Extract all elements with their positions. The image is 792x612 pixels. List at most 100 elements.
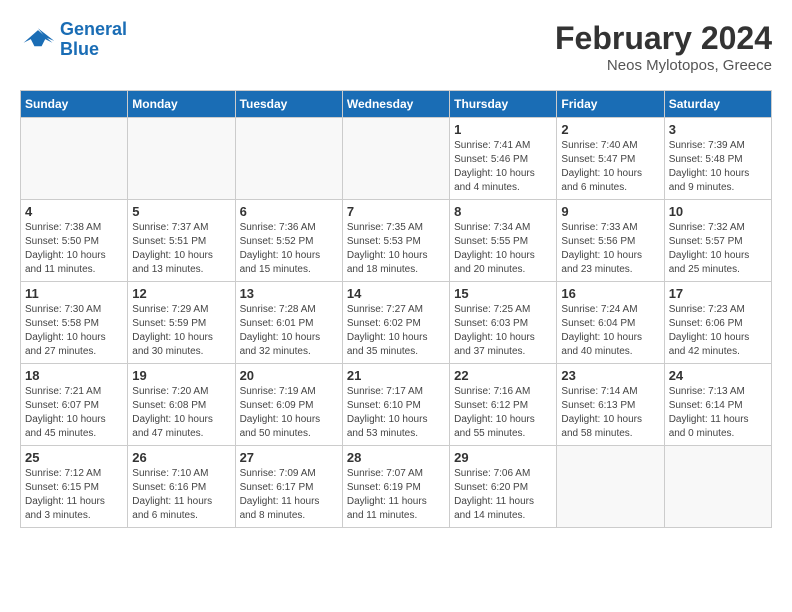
day-number: 8 (454, 204, 552, 219)
day-info: Sunrise: 7:25 AM Sunset: 6:03 PM Dayligh… (454, 303, 552, 359)
calendar-table: SundayMondayTuesdayWednesdayThursdayFrid… (20, 90, 772, 528)
day-number: 13 (240, 286, 338, 301)
page-header: General Blue February 2024 Neos Mylotopo… (20, 20, 772, 74)
day-info: Sunrise: 7:39 AM Sunset: 5:48 PM Dayligh… (669, 139, 767, 195)
day-number: 2 (561, 122, 659, 137)
day-number: 16 (561, 286, 659, 301)
day-number: 25 (25, 450, 123, 465)
day-info: Sunrise: 7:32 AM Sunset: 5:57 PM Dayligh… (669, 221, 767, 277)
day-number: 1 (454, 122, 552, 137)
calendar-cell: 23Sunrise: 7:14 AM Sunset: 6:13 PM Dayli… (557, 364, 664, 446)
day-number: 27 (240, 450, 338, 465)
day-info: Sunrise: 7:17 AM Sunset: 6:10 PM Dayligh… (347, 385, 445, 441)
day-info: Sunrise: 7:19 AM Sunset: 6:09 PM Dayligh… (240, 385, 338, 441)
day-number: 26 (132, 450, 230, 465)
calendar-cell: 6 Sunrise: 7:36 AM Sunset: 5:52 PM Daylig… (235, 200, 342, 282)
day-number: 14 (347, 286, 445, 301)
day-number: 19 (132, 368, 230, 383)
calendar-cell: 2 Sunrise: 7:40 AM Sunset: 5:47 PM Daylig… (557, 118, 664, 200)
calendar-cell (128, 118, 235, 200)
day-info: Sunrise: 7:12 AM Sunset: 6:15 PM Dayligh… (25, 467, 123, 523)
week-row-3: 11Sunrise: 7:30 AM Sunset: 5:58 PM Dayli… (21, 282, 772, 364)
day-info: Sunrise: 7:23 AM Sunset: 6:06 PM Dayligh… (669, 303, 767, 359)
week-row-5: 25 Sunrise: 7:12 AM Sunset: 6:15 PM Dayli… (21, 446, 772, 528)
day-info: Sunrise: 7:07 AM Sunset: 6:19 PM Dayligh… (347, 467, 445, 523)
day-info: Sunrise: 7:13 AM Sunset: 6:14 PM Dayligh… (669, 385, 767, 441)
day-info: Sunrise: 7:30 AM Sunset: 5:58 PM Dayligh… (25, 303, 123, 359)
day-info: Sunrise: 7:10 AM Sunset: 6:16 PM Dayligh… (132, 467, 230, 523)
day-number: 17 (669, 286, 767, 301)
day-info: Sunrise: 7:28 AM Sunset: 6:01 PM Dayligh… (240, 303, 338, 359)
day-info: Sunrise: 7:21 AM Sunset: 6:07 PM Dayligh… (25, 385, 123, 441)
day-number: 10 (669, 204, 767, 219)
day-info: Sunrise: 7:09 AM Sunset: 6:17 PM Dayligh… (240, 467, 338, 523)
day-number: 22 (454, 368, 552, 383)
logo: General Blue (20, 20, 127, 60)
calendar-cell: 27 Sunrise: 7:09 AM Sunset: 6:17 PM Dayli… (235, 446, 342, 528)
logo-icon (20, 26, 56, 54)
calendar-cell: 14 Sunrise: 7:27 AM Sunset: 6:02 PM Dayli… (342, 282, 449, 364)
location: Neos Mylotopos, Greece (555, 57, 772, 74)
weekday-header-saturday: Saturday (664, 91, 771, 118)
month-title: February 2024 (555, 20, 772, 57)
weekday-header-friday: Friday (557, 91, 664, 118)
calendar-cell: 24 Sunrise: 7:13 AM Sunset: 6:14 PM Dayli… (664, 364, 771, 446)
logo-text: General Blue (60, 20, 127, 60)
calendar-cell: 10 Sunrise: 7:32 AM Sunset: 5:57 PM Dayli… (664, 200, 771, 282)
day-info: Sunrise: 7:36 AM Sunset: 5:52 PM Dayligh… (240, 221, 338, 277)
day-info: Sunrise: 7:34 AM Sunset: 5:55 PM Dayligh… (454, 221, 552, 277)
day-info: Sunrise: 7:35 AM Sunset: 5:53 PM Dayligh… (347, 221, 445, 277)
day-number: 5 (132, 204, 230, 219)
week-row-1: 1 Sunrise: 7:41 AM Sunset: 5:46 PM Daylig… (21, 118, 772, 200)
day-info: Sunrise: 7:40 AM Sunset: 5:47 PM Dayligh… (561, 139, 659, 195)
calendar-cell: 21Sunrise: 7:17 AM Sunset: 6:10 PM Dayli… (342, 364, 449, 446)
day-number: 29 (454, 450, 552, 465)
calendar-cell: 15 Sunrise: 7:25 AM Sunset: 6:03 PM Dayli… (450, 282, 557, 364)
calendar-cell: 20Sunrise: 7:19 AM Sunset: 6:09 PM Dayli… (235, 364, 342, 446)
day-info: Sunrise: 7:41 AM Sunset: 5:46 PM Dayligh… (454, 139, 552, 195)
calendar-cell: 25 Sunrise: 7:12 AM Sunset: 6:15 PM Dayli… (21, 446, 128, 528)
day-info: Sunrise: 7:20 AM Sunset: 6:08 PM Dayligh… (132, 385, 230, 441)
calendar-cell (342, 118, 449, 200)
day-number: 3 (669, 122, 767, 137)
day-number: 12 (132, 286, 230, 301)
day-number: 28 (347, 450, 445, 465)
calendar-cell (235, 118, 342, 200)
day-number: 7 (347, 204, 445, 219)
calendar-cell (557, 446, 664, 528)
weekday-header-sunday: Sunday (21, 91, 128, 118)
title-block: February 2024 Neos Mylotopos, Greece (555, 20, 772, 74)
calendar-cell (21, 118, 128, 200)
day-info: Sunrise: 7:14 AM Sunset: 6:13 PM Dayligh… (561, 385, 659, 441)
calendar-cell: 13 Sunrise: 7:28 AM Sunset: 6:01 PM Dayli… (235, 282, 342, 364)
weekday-header-row: SundayMondayTuesdayWednesdayThursdayFrid… (21, 91, 772, 118)
week-row-4: 18Sunrise: 7:21 AM Sunset: 6:07 PM Dayli… (21, 364, 772, 446)
day-info: Sunrise: 7:24 AM Sunset: 6:04 PM Dayligh… (561, 303, 659, 359)
calendar-cell: 8 Sunrise: 7:34 AM Sunset: 5:55 PM Daylig… (450, 200, 557, 282)
calendar-cell (664, 446, 771, 528)
calendar-cell: 16 Sunrise: 7:24 AM Sunset: 6:04 PM Dayli… (557, 282, 664, 364)
calendar-cell: 7 Sunrise: 7:35 AM Sunset: 5:53 PM Daylig… (342, 200, 449, 282)
day-number: 4 (25, 204, 123, 219)
calendar-cell: 22 Sunrise: 7:16 AM Sunset: 6:12 PM Dayli… (450, 364, 557, 446)
week-row-2: 4 Sunrise: 7:38 AM Sunset: 5:50 PM Daylig… (21, 200, 772, 282)
weekday-header-monday: Monday (128, 91, 235, 118)
calendar-cell: 11Sunrise: 7:30 AM Sunset: 5:58 PM Dayli… (21, 282, 128, 364)
day-info: Sunrise: 7:38 AM Sunset: 5:50 PM Dayligh… (25, 221, 123, 277)
day-number: 9 (561, 204, 659, 219)
calendar-cell: 4 Sunrise: 7:38 AM Sunset: 5:50 PM Daylig… (21, 200, 128, 282)
calendar-cell: 19 Sunrise: 7:20 AM Sunset: 6:08 PM Dayli… (128, 364, 235, 446)
day-info: Sunrise: 7:29 AM Sunset: 5:59 PM Dayligh… (132, 303, 230, 359)
calendar-cell: 26 Sunrise: 7:10 AM Sunset: 6:16 PM Dayli… (128, 446, 235, 528)
day-info: Sunrise: 7:27 AM Sunset: 6:02 PM Dayligh… (347, 303, 445, 359)
weekday-header-tuesday: Tuesday (235, 91, 342, 118)
day-info: Sunrise: 7:06 AM Sunset: 6:20 PM Dayligh… (454, 467, 552, 523)
day-number: 6 (240, 204, 338, 219)
calendar-cell: 28 Sunrise: 7:07 AM Sunset: 6:19 PM Dayli… (342, 446, 449, 528)
calendar-cell: 12 Sunrise: 7:29 AM Sunset: 5:59 PM Dayli… (128, 282, 235, 364)
day-number: 24 (669, 368, 767, 383)
day-info: Sunrise: 7:16 AM Sunset: 6:12 PM Dayligh… (454, 385, 552, 441)
weekday-header-thursday: Thursday (450, 91, 557, 118)
day-number: 15 (454, 286, 552, 301)
calendar-cell: 29 Sunrise: 7:06 AM Sunset: 6:20 PM Dayli… (450, 446, 557, 528)
